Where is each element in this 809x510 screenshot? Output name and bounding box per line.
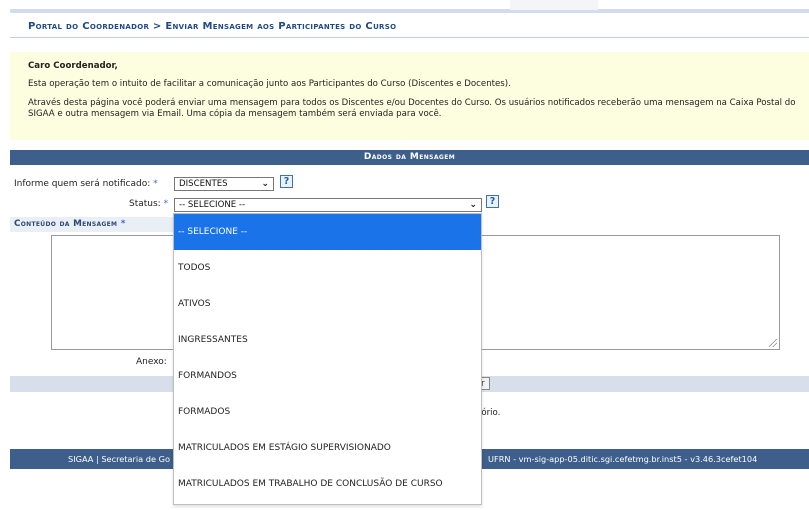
chevron-down-icon: ⌄ — [469, 200, 477, 210]
content-label: Conteúdo da Mensagem — [14, 219, 118, 229]
top-tab — [510, 0, 598, 10]
dropdown-option[interactable]: FORMADOS — [174, 394, 481, 430]
info-greeting: Caro Coordenador, — [28, 61, 118, 71]
anexo-label: Anexo: — [136, 357, 167, 367]
info-paragraph-1: Esta operação tem o intuito de facilitar… — [28, 79, 511, 89]
breadcrumb: Portal do Coordenador > Enviar Mensagem … — [10, 13, 809, 38]
info-paragraph-2: Através desta página você poderá enviar … — [28, 98, 796, 119]
dropdown-option[interactable]: INGRESSANTES — [174, 322, 481, 358]
required-marker: * — [163, 199, 169, 209]
status-select-value: -- SELECIONE -- — [179, 200, 246, 210]
required-marker: * — [120, 219, 126, 229]
help-icon[interactable]: ? — [280, 175, 293, 188]
status-select[interactable]: -- SELECIONE -- ⌄ — [174, 198, 482, 212]
section-header: Dados da Mensagem — [10, 150, 809, 165]
dropdown-option[interactable]: TODOS — [174, 250, 481, 286]
dropdown-option[interactable]: MATRICULADOS EM TRABALHO DE CONCLUSÃO DE… — [174, 466, 481, 502]
notify-label-text: Informe quem será notificado: — [14, 179, 151, 189]
status-dropdown-list: -- SELECIONE -- TODOS ATIVOS INGRESSANTE… — [173, 213, 482, 505]
dropdown-option[interactable]: MATRICULADOS EM ESTÁGIO SUPERVISIONADO — [174, 430, 481, 466]
footer-left: SIGAA | Secretaria de Go — [68, 454, 170, 464]
info-box: Caro Coordenador, Esta operação tem o in… — [10, 52, 809, 140]
footer-right: UFRN - vm-sig-app-05.ditic.sgi.cefetmg.b… — [488, 454, 758, 464]
dropdown-option[interactable]: FORMANDOS — [174, 358, 481, 394]
notify-select[interactable]: DISCENTES ⌄ — [174, 177, 274, 191]
dropdown-option[interactable]: -- SELECIONE -- — [174, 214, 481, 250]
page-title: Portal do Coordenador > Enviar Mensagem … — [28, 21, 397, 32]
notify-label: Informe quem será notificado: * — [14, 179, 158, 189]
notify-select-value: DISCENTES — [179, 179, 228, 189]
status-label-text: Status: — [129, 199, 161, 209]
dropdown-option[interactable]: ATIVOS — [174, 286, 481, 322]
required-marker: * — [153, 179, 158, 189]
chevron-down-icon: ⌄ — [261, 179, 269, 189]
help-icon[interactable]: ? — [486, 195, 499, 208]
resize-handle-icon[interactable] — [769, 339, 777, 347]
status-label: Status: * — [129, 199, 168, 209]
